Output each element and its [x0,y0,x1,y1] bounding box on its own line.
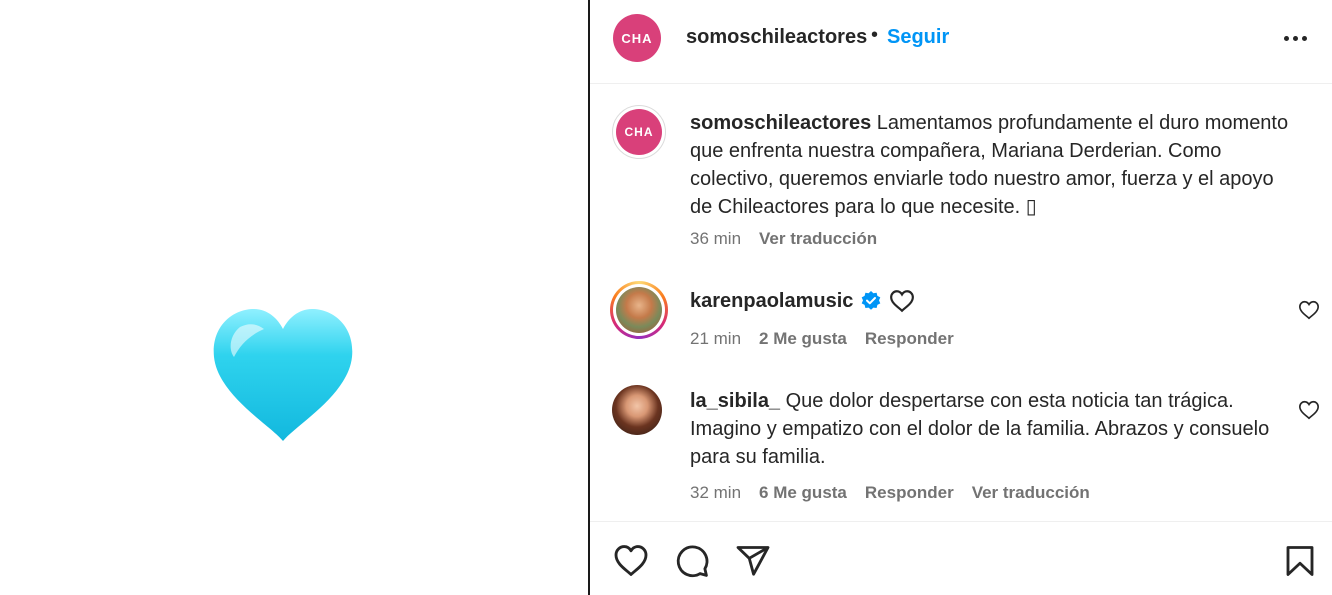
comment-meta: 32 min 6 Me gusta Responder Ver traducci… [690,483,1090,503]
comment-like-icon[interactable] [1298,299,1320,321]
comment-text-block: karenpaolamusic [690,287,1290,315]
caption-meta: 36 min Ver traducción [690,229,877,249]
comment-likes-count[interactable]: 6 Me gusta [759,483,847,503]
comment-username[interactable]: la_sibila_ [690,390,780,412]
comment-meta: 21 min 2 Me gusta Responder [690,329,954,349]
caption-avatar[interactable]: CHA [612,105,666,159]
post-media [0,0,588,595]
header-username[interactable]: somoschileactores [686,26,867,49]
story-ring-avatar[interactable] [610,281,668,339]
reply-button[interactable]: Responder [865,329,954,349]
share-paper-plane-icon[interactable] [735,543,771,579]
comment-time[interactable]: 21 min [690,329,741,349]
comment-like-icon[interactable] [1298,399,1320,421]
comment-time[interactable]: 32 min [690,483,741,503]
heart-emoji-outline-icon [890,290,915,313]
actions-divider [590,521,1332,522]
avatar-la_sibila_[interactable] [612,385,662,435]
save-bookmark-icon[interactable] [1282,543,1318,579]
comment-translate-button[interactable]: Ver traducción [972,483,1090,503]
blue-heart-emoji [213,309,353,441]
comment-username[interactable]: karenpaolamusic [690,287,853,315]
caption-text-block: somoschileactores Lamentamos profundamen… [690,109,1290,221]
caption-translate-button[interactable]: Ver traducción [759,229,877,249]
separator-dot: • [871,24,879,46]
reply-button[interactable]: Responder [865,483,954,503]
comment-text-block: la_sibila_ Que dolor despertarse con est… [690,387,1290,471]
comment-bubble-icon[interactable] [674,543,710,579]
follow-button[interactable]: Seguir [887,26,949,49]
caption-avatar-logo: CHA [616,109,662,155]
verified-badge-icon [862,291,881,310]
caption-time[interactable]: 36 min [690,229,741,249]
avatar-karenpaolamusic [616,287,662,333]
like-heart-icon[interactable] [613,543,649,579]
caption-username[interactable]: somoschileactores [690,112,871,134]
post-sidebar: CHA somoschileactores • Seguir CHA somos… [590,0,1332,595]
post-header: CHA somoschileactores • Seguir [590,0,1332,84]
more-options-icon[interactable] [1284,26,1312,50]
account-avatar[interactable]: CHA [613,14,661,62]
comment-likes-count[interactable]: 2 Me gusta [759,329,847,349]
